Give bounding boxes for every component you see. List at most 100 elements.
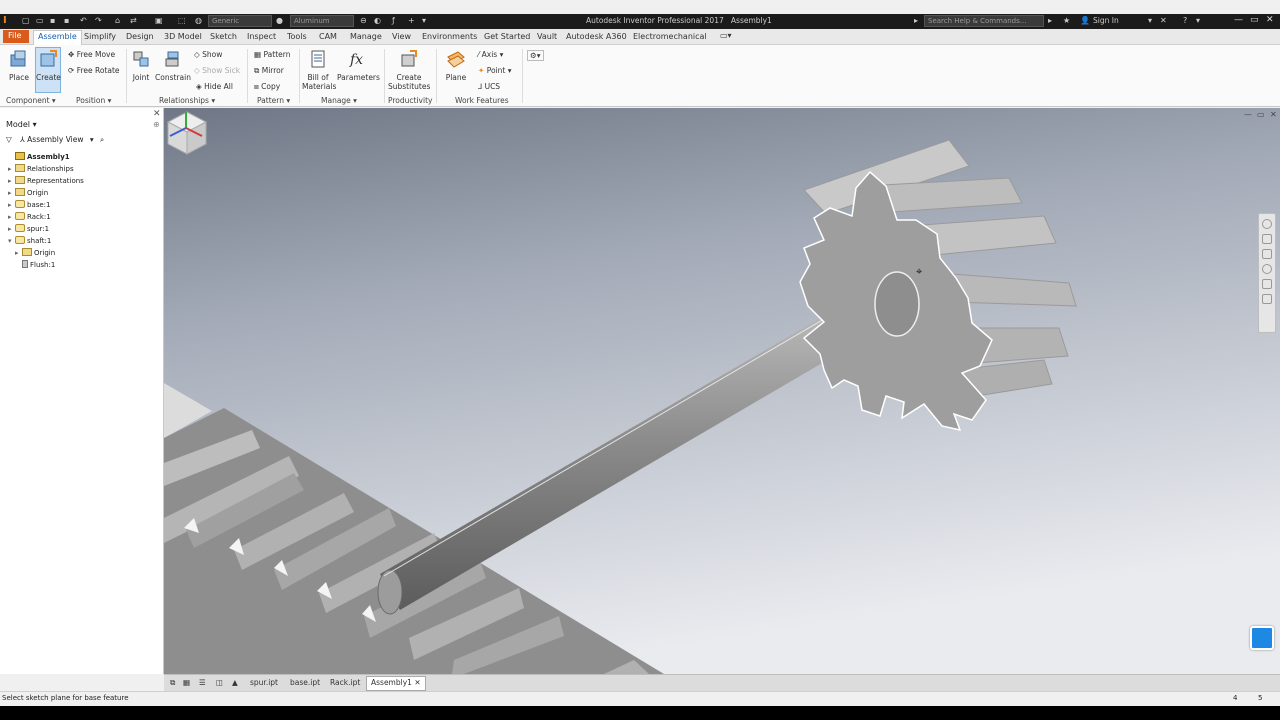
place-button[interactable]: Place (6, 49, 32, 82)
tab-electromechanical[interactable]: Electromechanical (629, 31, 711, 42)
plane-button[interactable]: Plane (442, 49, 470, 82)
tree-node[interactable]: Assembly1 (8, 152, 70, 161)
tab-environments[interactable]: Environments (418, 31, 481, 42)
show-button[interactable]: ◇ Show (194, 50, 222, 59)
arrange-icon[interactable]: ▦ (179, 677, 194, 688)
expand-toggle-icon[interactable]: ▸ (15, 249, 22, 257)
appearance-icon[interactable]: ● (276, 16, 283, 27)
new-icon[interactable]: ▢ (22, 16, 30, 27)
tab-cam[interactable]: CAM (315, 31, 341, 42)
update-icon[interactable]: ▣ (155, 16, 163, 27)
doc-tab-base[interactable]: base.ipt (286, 677, 324, 688)
customize-icon[interactable]: ▾ (422, 16, 426, 27)
expand-toggle-icon[interactable]: ▸ (8, 189, 15, 197)
cascade-icon[interactable]: ☰ (195, 677, 210, 688)
save-as-icon[interactable]: ▪ (64, 16, 69, 27)
inventor-logo-icon[interactable]: I (3, 15, 13, 27)
tree-node[interactable]: ▾ shaft:1 (8, 236, 51, 245)
adjust-icon[interactable]: ◐ (374, 16, 381, 27)
return-icon[interactable]: ⇄ (130, 16, 137, 27)
ribbon-options-icon[interactable]: ▭▾ (716, 30, 736, 41)
steering-wheel-icon[interactable] (1262, 219, 1272, 229)
search-input[interactable]: Search Help & Commands... (924, 15, 1044, 27)
find-binoculars-icon[interactable]: ⌕ (100, 135, 104, 144)
expand-toggle-icon[interactable]: ▸ (8, 165, 15, 173)
home-icon[interactable]: ⌂ (115, 16, 120, 27)
tab-design[interactable]: Design (122, 31, 158, 42)
browser-search-icon[interactable]: ⊕ (153, 120, 160, 129)
undo-icon[interactable]: ↶ (80, 16, 87, 27)
create-button[interactable]: Create (36, 49, 61, 82)
tile-icon[interactable]: ⧉ (166, 677, 179, 689)
tree-node[interactable]: ▸ spur:1 (8, 224, 49, 233)
doc-tab-spur[interactable]: spur.ipt (246, 677, 282, 688)
exchange-icon[interactable]: ✕ (1160, 16, 1167, 27)
joint-button[interactable]: Joint (130, 49, 152, 82)
panel-pattern[interactable]: Pattern ▾ (257, 96, 290, 105)
signin-dropdown-icon[interactable]: ▾ (1148, 16, 1152, 27)
ucs-button[interactable]: ⅃ UCS (478, 82, 500, 91)
maximize-icon[interactable]: ▭ (1250, 15, 1259, 25)
tab-autodesk-a360[interactable]: Autodesk A360 (562, 31, 631, 42)
favorite-icon[interactable]: ★ (1063, 16, 1070, 27)
pan-icon[interactable] (1262, 234, 1272, 244)
open-icon[interactable]: ▭ (36, 16, 44, 27)
help-icon[interactable]: ? (1183, 16, 1187, 27)
tab-3d-model[interactable]: 3D Model (160, 31, 206, 42)
expand-toggle-icon[interactable]: ▾ (8, 237, 15, 245)
view-mode-dropdown[interactable]: Assembly View (27, 135, 83, 144)
filter-icon[interactable]: ▽ (6, 135, 12, 144)
select-icon[interactable]: ⬚ (178, 16, 186, 27)
tab-inspect[interactable]: Inspect (243, 31, 280, 42)
redo-icon[interactable]: ↷ (95, 16, 102, 27)
split-icon[interactable]: ◫ (212, 677, 227, 688)
viewport-minimize-icon[interactable]: — (1244, 110, 1252, 119)
free-move-button[interactable]: ✥ Free Move (68, 50, 115, 59)
look-at-icon[interactable] (1262, 279, 1272, 289)
viewport-close-icon[interactable]: ✕ (1270, 110, 1277, 119)
tab-tools[interactable]: Tools (283, 31, 311, 42)
expand-toggle-icon[interactable]: ▸ (8, 201, 15, 209)
user-icon[interactable]: 👤 (1080, 16, 1090, 27)
browser-header[interactable]: Model ▾ (6, 120, 37, 129)
expand-toggle-icon[interactable]: ▸ (8, 177, 15, 185)
tab-simplify[interactable]: Simplify (80, 31, 120, 42)
tab-manage[interactable]: Manage (346, 31, 386, 42)
view-dropdown-icon[interactable]: ▾ (90, 135, 94, 144)
help-dropdown-icon[interactable]: ▾ (1196, 16, 1200, 27)
panel-relationships[interactable]: Relationships ▾ (159, 96, 215, 105)
create-substitutes-button[interactable]: Create Substitutes (388, 49, 430, 91)
close-browser-icon[interactable]: ✕ (153, 109, 161, 119)
tree-node[interactable]: ▸ Rack:1 (8, 212, 51, 221)
tree-node[interactable]: Flush:1 (15, 260, 55, 269)
tree-node[interactable]: ▸ Origin (8, 188, 48, 197)
minimize-icon[interactable]: — (1234, 15, 1243, 25)
bill-of-materials-button[interactable]: Bill of Materials (302, 49, 336, 91)
orbit-icon[interactable] (1262, 264, 1272, 274)
pattern-button[interactable]: ▦ Pattern (254, 50, 290, 59)
tree-node[interactable]: ▸ Origin (15, 248, 55, 257)
show-sick-button[interactable]: ◇ Show Sick (194, 66, 240, 75)
fx-icon[interactable]: ƒ (392, 16, 395, 27)
tab-assemble[interactable]: Assemble (33, 30, 82, 45)
search-expand-icon[interactable]: ▸ (914, 16, 918, 27)
tab-menu-icon[interactable]: ▲ (228, 677, 242, 688)
mirror-button[interactable]: ⧉ Mirror (254, 66, 284, 76)
tree-node[interactable]: ▸ base:1 (8, 200, 51, 209)
tree-node[interactable]: ▸ Representations (8, 176, 84, 185)
parameters-button[interactable]: fx Parameters (337, 49, 380, 82)
doc-tab-rack[interactable]: Rack.ipt (326, 677, 364, 688)
panel-manage[interactable]: Manage ▾ (321, 96, 357, 105)
copy-button[interactable]: ⧈ Copy (254, 82, 280, 92)
color-override-icon[interactable]: ◍ (195, 16, 202, 27)
point-button[interactable]: ✦ Point ▾ (478, 66, 511, 75)
tab-sketch[interactable]: Sketch (206, 31, 241, 42)
plus-icon[interactable]: + (408, 16, 415, 27)
expand-toggle-icon[interactable]: ▸ (8, 225, 15, 233)
material-combo[interactable]: Aluminum (290, 15, 354, 27)
viewport-restore-icon[interactable]: ▭ (1257, 110, 1265, 119)
sign-in-link[interactable]: Sign In (1093, 16, 1119, 25)
tab-file[interactable]: File (3, 30, 29, 43)
nav-options-icon[interactable] (1262, 294, 1272, 304)
constrain-button[interactable]: Constrain (155, 49, 191, 82)
